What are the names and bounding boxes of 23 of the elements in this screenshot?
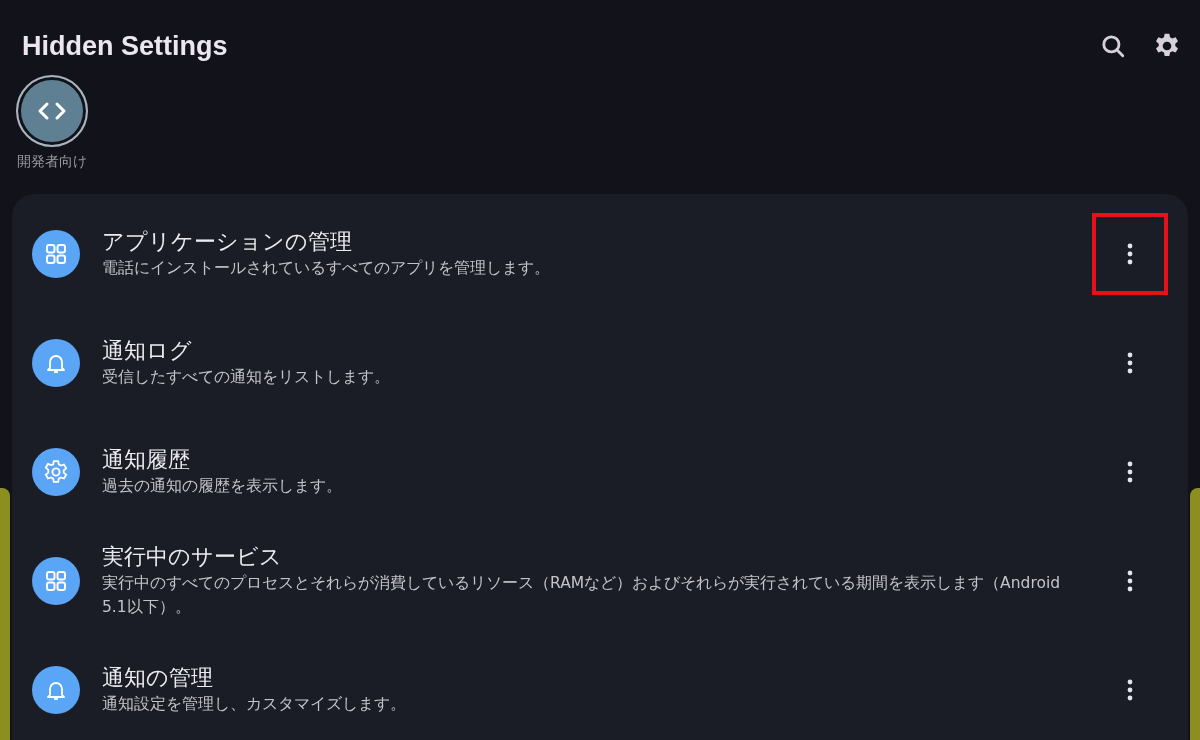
app-title: Hidden Settings — [22, 30, 228, 63]
bell-icon — [32, 666, 80, 714]
bell-icon — [32, 339, 80, 387]
more-icon — [1127, 352, 1133, 374]
item-title[interactable]: 通知履歴 — [102, 445, 1082, 475]
grid-icon — [32, 230, 80, 278]
item-description: 過去の通知の履歴を表示します。 — [102, 476, 343, 498]
item-title[interactable]: 通知の管理 — [102, 663, 1082, 693]
shortcut-label: 開発者向け — [17, 151, 87, 171]
more-icon — [1127, 461, 1133, 483]
item-description: 実行中のすべてのプロセスとそれらが消費しているリソース（RAMなど）およびそれらが実行されている期間を表示します（Android 5.1以下）。 — [102, 573, 1062, 619]
more-icon — [1127, 570, 1133, 592]
item-title[interactable]: 実行中のサービス — [102, 542, 1082, 572]
item-description: 通知設定を管理し、カスタマイズします。 — [102, 694, 407, 716]
item-description: 受信したすべての通知をリストします。 — [102, 367, 391, 389]
grid-icon — [32, 557, 80, 605]
more-button[interactable] — [1092, 213, 1168, 295]
more-icon — [1127, 243, 1133, 265]
more-icon — [1127, 679, 1133, 701]
gear-icon — [32, 448, 80, 496]
item-title[interactable]: 通知ログ — [102, 336, 1082, 366]
item-title[interactable]: アプリケーションの管理 — [102, 227, 1082, 257]
item-description: 電話にインストールされているすべてのアプリを管理します。 — [102, 258, 551, 280]
